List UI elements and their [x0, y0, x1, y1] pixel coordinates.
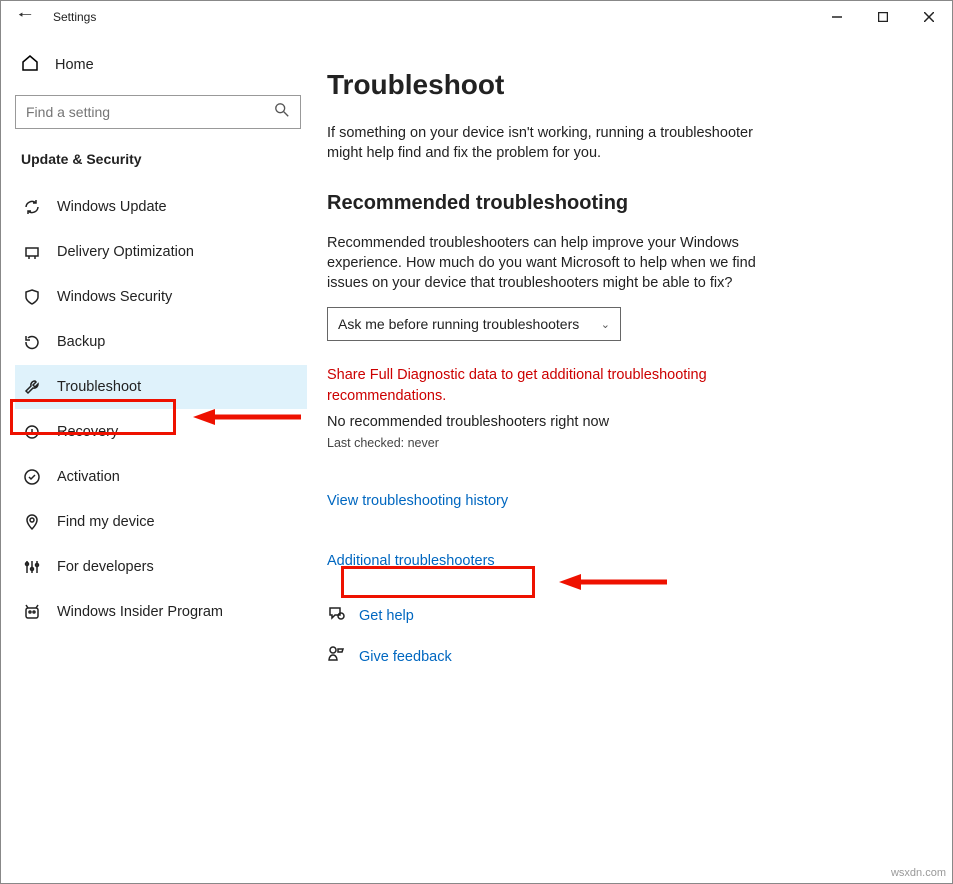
insider-icon: [23, 603, 41, 621]
sidebar-item-troubleshoot[interactable]: Troubleshoot: [15, 365, 307, 409]
sidebar-item-label: Windows Security: [57, 289, 172, 305]
rec-dropdown[interactable]: Ask me before running troubleshooters ⌄: [327, 307, 621, 341]
sidebar-item-label: For developers: [57, 559, 154, 575]
search-input[interactable]: [26, 104, 274, 120]
home-label: Home: [55, 57, 94, 73]
get-help-icon: [327, 604, 345, 627]
rec-desc: Recommended troubleshooters can help imp…: [327, 233, 777, 294]
sidebar-item-backup[interactable]: Backup: [15, 320, 307, 364]
chevron-down-icon: ⌄: [601, 318, 610, 331]
last-checked-text: Last checked: never: [327, 436, 916, 450]
sync-icon: [23, 198, 41, 216]
sidebar-item-delivery-optimization[interactable]: Delivery Optimization: [15, 230, 307, 274]
activation-icon: [23, 468, 41, 486]
minimize-button[interactable]: [814, 1, 860, 33]
sidebar-item-windows-update[interactable]: Windows Update: [15, 185, 307, 229]
location-icon: [23, 513, 41, 531]
maximize-button[interactable]: [860, 1, 906, 33]
feedback-icon: [327, 645, 345, 668]
back-button[interactable]: 🠐: [1, 4, 49, 31]
shield-icon: [23, 288, 41, 306]
annotation-arrow-additional: [559, 572, 669, 592]
diagnostic-warning: Share Full Diagnostic data to get additi…: [327, 365, 777, 406]
rec-heading: Recommended troubleshooting: [327, 192, 916, 215]
sidebar-item-windows-insider[interactable]: Windows Insider Program: [15, 590, 307, 634]
intro-text: If something on your device isn't workin…: [327, 123, 777, 164]
home-nav[interactable]: Home: [15, 45, 307, 85]
section-header: Update & Security: [21, 151, 307, 167]
search-input-wrap[interactable]: [15, 95, 301, 129]
additional-troubleshooters-link[interactable]: Additional troubleshooters: [327, 553, 495, 569]
search-icon: [274, 102, 290, 123]
sidebar-item-label: Troubleshoot: [57, 379, 141, 395]
annotation-arrow-troubleshoot: [193, 407, 303, 427]
backup-icon: [23, 333, 41, 351]
sidebar-item-label: Find my device: [57, 514, 155, 530]
sidebar-item-label: Windows Insider Program: [57, 604, 223, 620]
close-button[interactable]: [906, 1, 952, 33]
sidebar-item-activation[interactable]: Activation: [15, 455, 307, 499]
give-feedback-link[interactable]: Give feedback: [359, 649, 452, 665]
dropdown-value: Ask me before running troubleshooters: [338, 316, 579, 332]
page-title: Troubleshoot: [327, 69, 916, 101]
sidebar-item-label: Delivery Optimization: [57, 244, 194, 260]
window-title: Settings: [49, 10, 96, 24]
sidebar-item-for-developers[interactable]: For developers: [15, 545, 307, 589]
developer-icon: [23, 558, 41, 576]
sidebar-item-label: Activation: [57, 469, 120, 485]
sidebar-item-label: Backup: [57, 334, 105, 350]
wrench-icon: [23, 378, 41, 396]
recovery-icon: [23, 423, 41, 441]
sidebar-item-windows-security[interactable]: Windows Security: [15, 275, 307, 319]
sidebar-item-label: Windows Update: [57, 199, 167, 215]
sidebar-item-find-my-device[interactable]: Find my device: [15, 500, 307, 544]
delivery-icon: [23, 243, 41, 261]
sidebar-item-label: Recovery: [57, 424, 118, 440]
home-icon: [21, 54, 39, 77]
watermark: wsxdn.com: [891, 867, 946, 879]
history-link[interactable]: View troubleshooting history: [327, 493, 508, 509]
get-help-link[interactable]: Get help: [359, 608, 414, 624]
no-recommended-text: No recommended troubleshooters right now: [327, 414, 916, 430]
